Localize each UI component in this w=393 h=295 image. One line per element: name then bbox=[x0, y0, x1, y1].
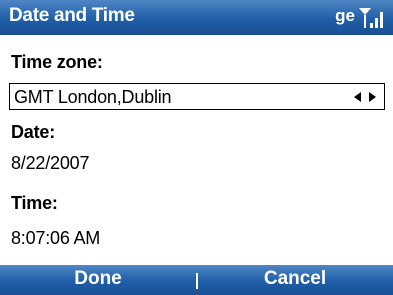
signal-strength-icon bbox=[359, 8, 383, 28]
arrow-right-icon[interactable] bbox=[369, 92, 376, 102]
window-title: Date and Time bbox=[9, 5, 135, 26]
arrow-left-icon[interactable] bbox=[354, 92, 361, 102]
date-field[interactable]: 8/22/2007 bbox=[11, 153, 89, 174]
time-field[interactable]: 8:07:06 AM bbox=[11, 228, 100, 249]
done-button[interactable]: Done bbox=[0, 268, 196, 290]
softkey-bar: Done Cancel bbox=[0, 265, 393, 295]
cancel-button[interactable]: Cancel bbox=[197, 268, 393, 290]
title-bar: Date and Time ge bbox=[0, 0, 393, 35]
network-status-text: ge bbox=[335, 6, 355, 25]
timezone-selector[interactable]: GMT London,Dublin bbox=[9, 83, 385, 110]
time-label: Time: bbox=[11, 193, 58, 213]
date-label: Date: bbox=[11, 122, 56, 142]
timezone-label: Time zone: bbox=[11, 52, 103, 72]
timezone-value: GMT London,Dublin bbox=[14, 87, 172, 107]
